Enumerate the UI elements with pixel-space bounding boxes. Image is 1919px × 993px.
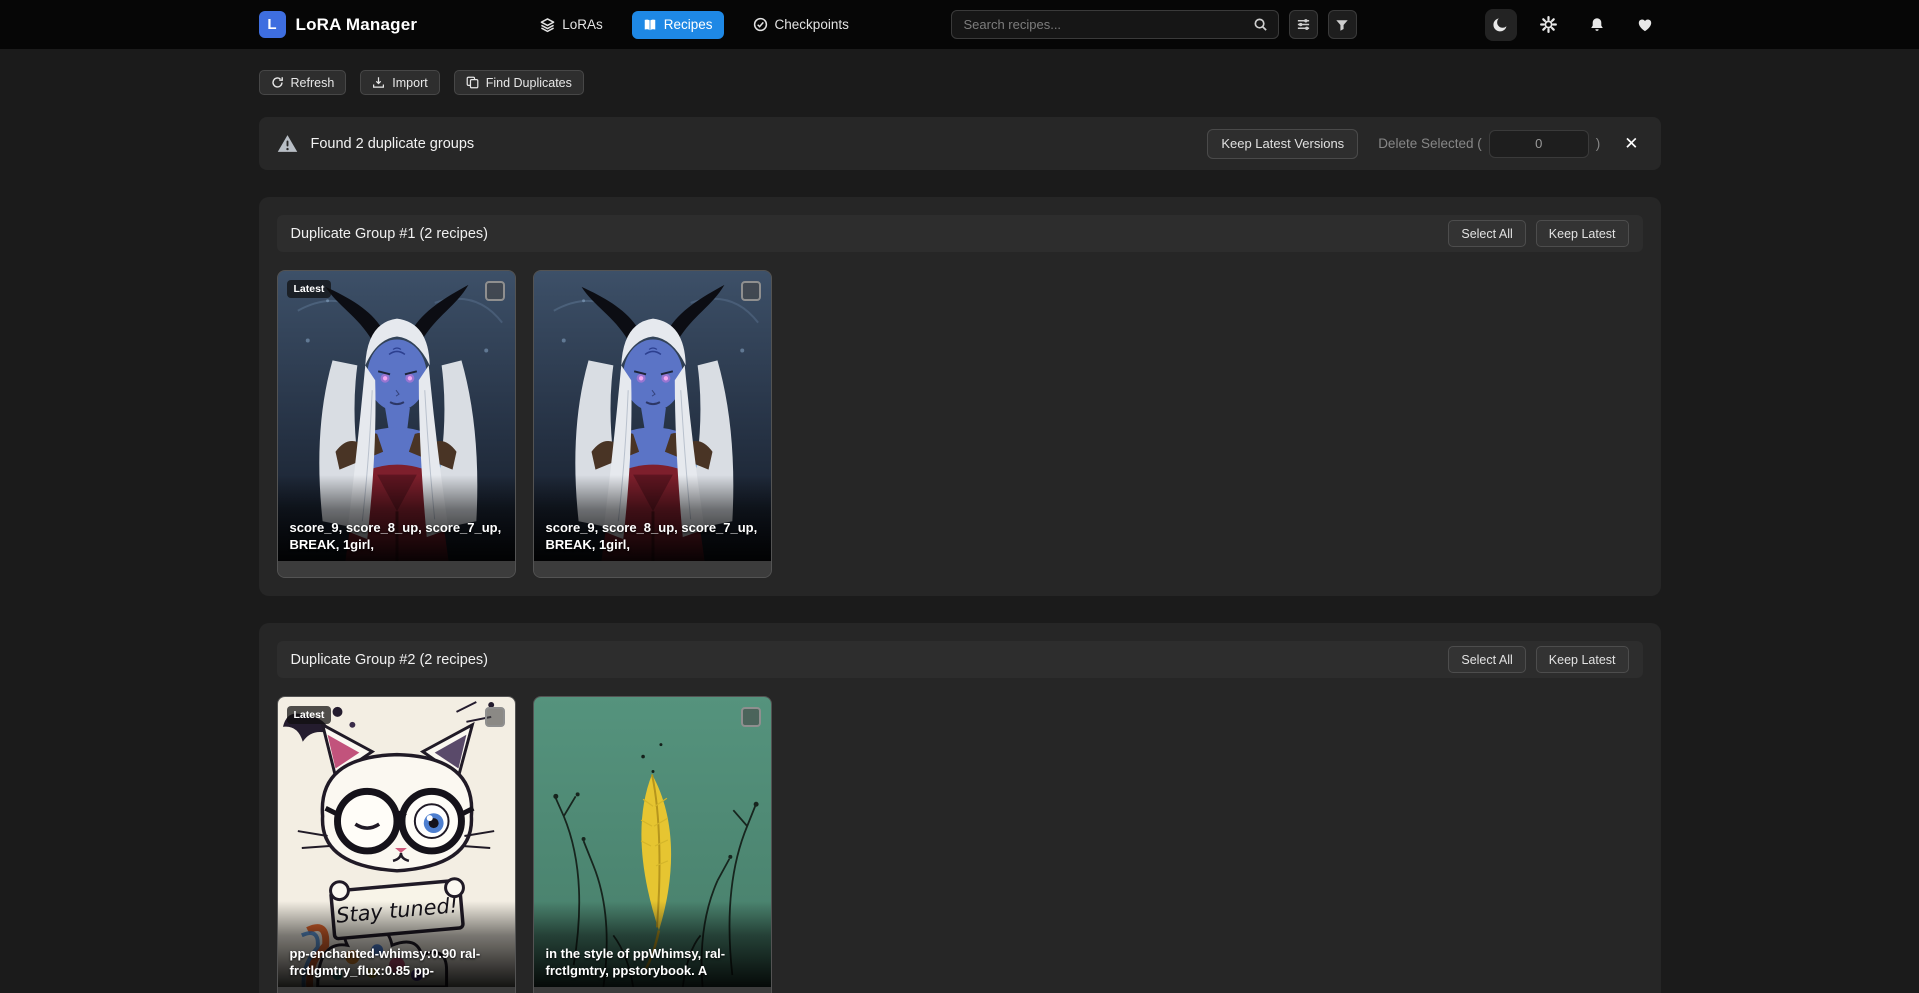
alert-close-button[interactable]: ✕: [1620, 133, 1642, 154]
filter-button[interactable]: [1328, 10, 1357, 39]
import-button[interactable]: Import: [360, 70, 439, 95]
settings-button[interactable]: [1533, 9, 1565, 41]
card-footer: [534, 561, 771, 577]
card-footer: [534, 987, 771, 993]
search-input[interactable]: [951, 10, 1279, 39]
card-footer: [278, 987, 515, 993]
warning-icon: [277, 134, 298, 153]
duplicates-alert-bar: Found 2 duplicate groups Keep Latest Ver…: [259, 117, 1661, 170]
recipe-card[interactable]: Stay tuned! Latest pp-enchanted-whimsy:0…: [277, 696, 516, 993]
group-1-cards: Latest score_9, score_8_up, score_7_up, …: [277, 270, 1643, 578]
recipe-card[interactable]: Latest score_9, score_8_up, score_7_up, …: [277, 270, 516, 578]
find-duplicates-button[interactable]: Find Duplicates: [454, 70, 584, 95]
latest-badge: Latest: [287, 706, 332, 724]
tab-checkpoints[interactable]: Checkpoints: [742, 11, 860, 39]
tab-label: Checkpoints: [775, 17, 849, 32]
group-2-select-all-button[interactable]: Select All: [1448, 646, 1525, 673]
app-logo-icon: L: [259, 11, 286, 38]
import-label: Import: [392, 76, 427, 90]
delete-selected-control: Delete Selected ( ): [1378, 130, 1600, 158]
theme-toggle-button[interactable]: [1485, 9, 1517, 41]
duplicates-copy-icon: [466, 76, 479, 89]
tab-recipes[interactable]: Recipes: [632, 11, 724, 39]
app-title: LoRA Manager: [296, 15, 418, 35]
recipe-caption: pp-enchanted-whimsy:0.90 ral-frctlgmtry_…: [278, 901, 515, 987]
search-area: [951, 10, 1357, 39]
group-1-title: Duplicate Group #1 (2 recipes): [291, 226, 488, 242]
search-icon: [1253, 17, 1268, 32]
keep-latest-versions-button[interactable]: Keep Latest Versions: [1207, 129, 1358, 159]
group-2-cards: Stay tuned! Latest pp-enchanted-whimsy:0…: [277, 696, 1643, 993]
card-checkbox[interactable]: [741, 707, 761, 727]
delete-selected-suffix: ): [1596, 136, 1601, 151]
refresh-icon: [271, 76, 284, 89]
recipes-toolbar: Refresh Import Find Duplicates: [259, 70, 1661, 95]
group-2-keep-latest-button[interactable]: Keep Latest: [1536, 646, 1629, 673]
card-footer: [278, 561, 515, 577]
find-duplicates-label: Find Duplicates: [486, 76, 572, 90]
duplicate-group-1-panel: Duplicate Group #1 (2 recipes) Select Al…: [259, 197, 1661, 596]
top-navbar: L LoRA Manager LoRAs Recipes Checkpoints: [0, 0, 1919, 49]
recipe-card[interactable]: in the style of ppWhimsy, ral-frctlgmtry…: [533, 696, 772, 993]
group-2-header: Duplicate Group #2 (2 recipes) Select Al…: [277, 641, 1643, 678]
latest-badge: Latest: [287, 280, 332, 298]
card-checkbox[interactable]: [485, 707, 505, 727]
main-content: Refresh Import Find Duplicates Found 2 d…: [259, 70, 1661, 993]
recipe-card[interactable]: score_9, score_8_up, score_7_up, BREAK, …: [533, 270, 772, 578]
support-button[interactable]: [1629, 9, 1661, 41]
delete-selected-prefix: Delete Selected (: [1378, 136, 1482, 151]
moon-icon: [1492, 16, 1509, 33]
card-checkbox[interactable]: [741, 281, 761, 301]
group-1-select-all-button[interactable]: Select All: [1448, 220, 1525, 247]
tab-label: LoRAs: [562, 17, 603, 32]
recipe-caption: in the style of ppWhimsy, ral-frctlgmtry…: [534, 901, 771, 987]
refresh-button[interactable]: Refresh: [259, 70, 347, 95]
recipe-caption: score_9, score_8_up, score_7_up, BREAK, …: [278, 475, 515, 561]
tab-loras[interactable]: LoRAs: [529, 11, 614, 39]
sliders-icon: [1296, 17, 1311, 32]
checkpoints-check-icon: [753, 17, 768, 32]
refresh-label: Refresh: [291, 76, 335, 90]
app-brand[interactable]: L LoRA Manager: [259, 11, 418, 38]
notifications-button[interactable]: [1581, 9, 1613, 41]
recipe-caption: score_9, score_8_up, score_7_up, BREAK, …: [534, 475, 771, 561]
group-2-title: Duplicate Group #2 (2 recipes): [291, 652, 488, 668]
sort-options-button[interactable]: [1289, 10, 1318, 39]
delete-count-input[interactable]: [1489, 130, 1589, 158]
import-icon: [372, 76, 385, 89]
navbar-icon-group: [1485, 9, 1661, 41]
gear-icon: [1540, 16, 1557, 33]
card-checkbox[interactable]: [485, 281, 505, 301]
duplicate-group-2-panel: Duplicate Group #2 (2 recipes) Select Al…: [259, 623, 1661, 993]
group-1-header: Duplicate Group #1 (2 recipes) Select Al…: [277, 215, 1643, 252]
recipes-book-icon: [643, 18, 657, 32]
heart-icon: [1637, 17, 1653, 33]
tab-label: Recipes: [664, 17, 713, 32]
group-1-keep-latest-button[interactable]: Keep Latest: [1536, 220, 1629, 247]
search-button[interactable]: [1245, 12, 1277, 37]
filter-funnel-icon: [1335, 18, 1349, 32]
main-nav-tabs: LoRAs Recipes Checkpoints: [529, 11, 860, 39]
loras-stack-icon: [540, 17, 555, 33]
bell-icon: [1589, 17, 1605, 33]
alert-message: Found 2 duplicate groups: [311, 136, 475, 152]
